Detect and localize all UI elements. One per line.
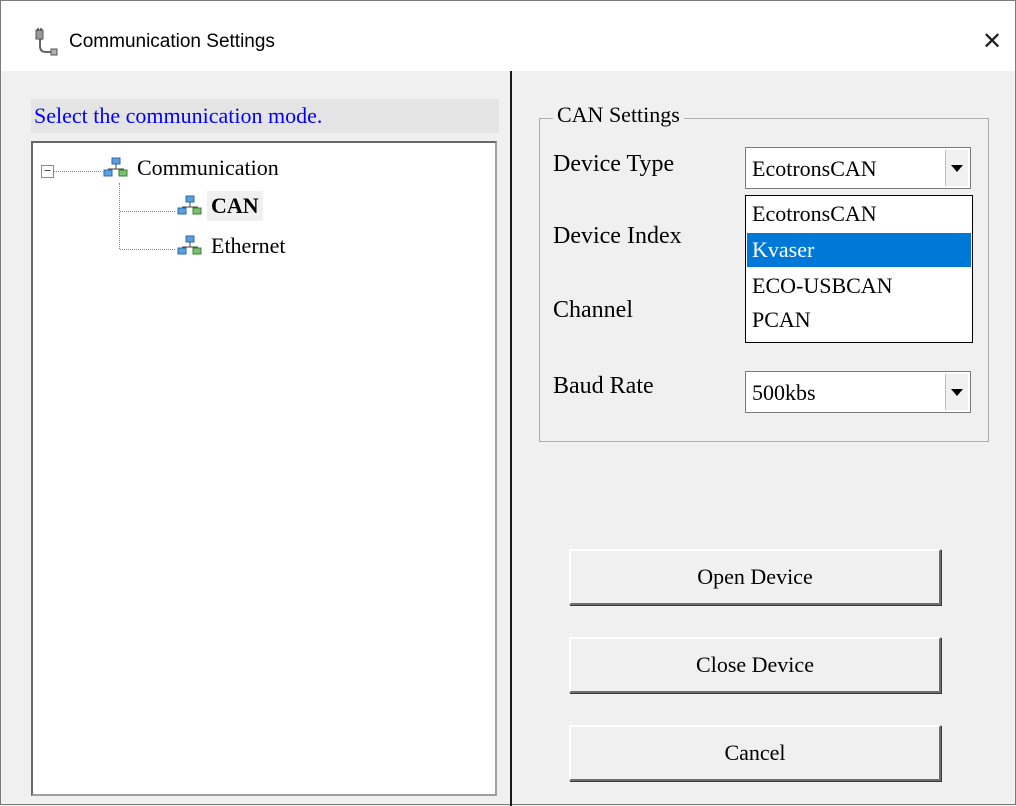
tree-connector xyxy=(53,171,101,172)
open-device-button[interactable]: Open Device xyxy=(569,549,941,605)
dropdown-option-kvaser[interactable]: Kvaser xyxy=(747,233,971,267)
dropdown-option-pcan[interactable]: PCAN xyxy=(747,303,971,337)
tree-connector xyxy=(120,211,175,212)
tree-item-label: Ethernet xyxy=(211,233,286,258)
tree-collapse-toggle[interactable]: − xyxy=(41,165,54,178)
device-type-label: Device Type xyxy=(553,151,675,177)
communication-tree[interactable]: − Communication CAN Ethernet xyxy=(31,141,497,796)
tree-item-ethernet[interactable]: Ethernet xyxy=(177,231,290,261)
communication-settings-window: Communication Settings ✕ Select the comm… xyxy=(0,0,1016,806)
close-device-button[interactable]: Close Device xyxy=(569,637,941,693)
can-settings-title: CAN Settings xyxy=(553,102,684,128)
close-button[interactable]: ✕ xyxy=(969,21,1015,61)
close-icon: ✕ xyxy=(981,27,1003,55)
window-title: Communication Settings xyxy=(69,31,275,52)
device-type-dropdown-list[interactable]: EcotronsCAN Kvaser ECO-USBCAN PCAN xyxy=(745,195,973,343)
network-icon xyxy=(177,195,202,215)
network-icon xyxy=(103,157,128,177)
chevron-down-icon xyxy=(951,388,963,396)
network-icon xyxy=(177,235,202,255)
plug-cable-icon xyxy=(35,28,58,56)
tree-item-label: Communication xyxy=(137,155,279,180)
title-bar[interactable]: Communication Settings ✕ xyxy=(1,1,1015,71)
tree-item-label: CAN xyxy=(207,191,263,221)
panel-splitter[interactable] xyxy=(510,71,512,806)
dropdown-option-eco-usbcan[interactable]: ECO-USBCAN xyxy=(747,269,971,303)
baud-rate-value: 500kbs xyxy=(752,380,816,405)
channel-label: Channel xyxy=(553,297,633,323)
cancel-button[interactable]: Cancel xyxy=(569,725,941,781)
baud-rate-select[interactable]: 500kbs xyxy=(745,371,971,413)
tree-item-can[interactable]: CAN xyxy=(177,191,263,221)
dropdown-arrow-button[interactable] xyxy=(945,150,968,186)
device-type-select[interactable]: EcotronsCAN xyxy=(745,147,971,189)
tree-connector xyxy=(119,183,120,249)
device-type-value: EcotronsCAN xyxy=(752,156,877,181)
dropdown-arrow-button[interactable] xyxy=(945,374,968,410)
device-index-label: Device Index xyxy=(553,223,682,249)
chevron-down-icon xyxy=(951,164,963,172)
baud-rate-label: Baud Rate xyxy=(553,373,654,399)
dropdown-option-ecotronscan[interactable]: EcotronsCAN xyxy=(747,197,971,231)
tree-item-communication[interactable]: Communication xyxy=(103,153,283,183)
tree-connector xyxy=(120,249,175,250)
mode-instruction-label: Select the communication mode. xyxy=(31,99,499,133)
